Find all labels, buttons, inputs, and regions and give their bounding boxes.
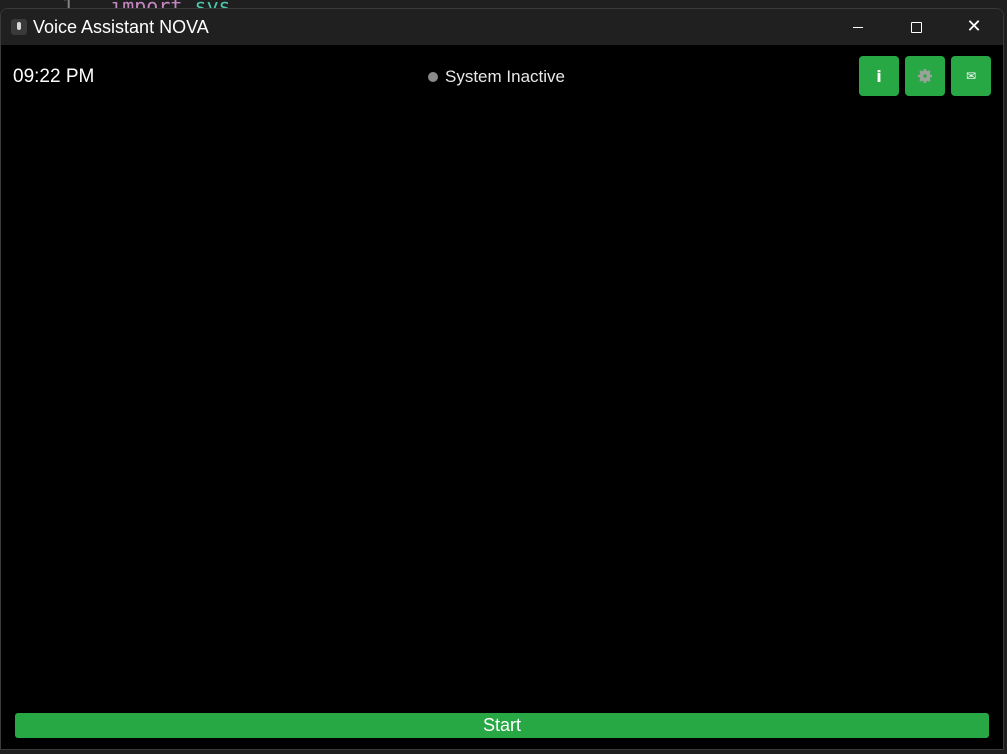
status-indicator: System Inactive — [428, 67, 565, 87]
minimize-icon — [853, 26, 863, 28]
app-icon — [11, 19, 27, 35]
status-dot-icon — [428, 72, 438, 82]
title-bar[interactable]: Voice Assistant NOVA ✕ — [1, 9, 1003, 45]
window-title: Voice Assistant NOVA — [33, 16, 209, 37]
start-button[interactable]: Start — [15, 713, 989, 738]
status-text: System Inactive — [445, 67, 565, 86]
mail-button[interactable]: ✉ — [951, 56, 991, 96]
maximize-icon — [910, 21, 922, 33]
minimize-button[interactable] — [829, 9, 887, 45]
clock-label: 09:22 PM — [13, 66, 95, 87]
close-icon: ✕ — [966, 16, 982, 37]
mail-icon: ✉ — [965, 69, 977, 83]
info-button[interactable]: i — [859, 56, 899, 96]
close-button[interactable]: ✕ — [945, 9, 1003, 45]
maximize-button[interactable] — [887, 9, 945, 45]
app-header: 09:22 PM System Inactive i ✉ — [1, 45, 1003, 105]
app-window: Voice Assistant NOVA ✕ 09:22 PM System I… — [0, 8, 1004, 750]
window-controls: ✕ — [829, 9, 1003, 45]
info-icon: i — [876, 66, 882, 86]
gear-icon — [916, 67, 934, 85]
settings-button[interactable] — [905, 56, 945, 96]
toolbar: i ✉ — [859, 56, 991, 96]
